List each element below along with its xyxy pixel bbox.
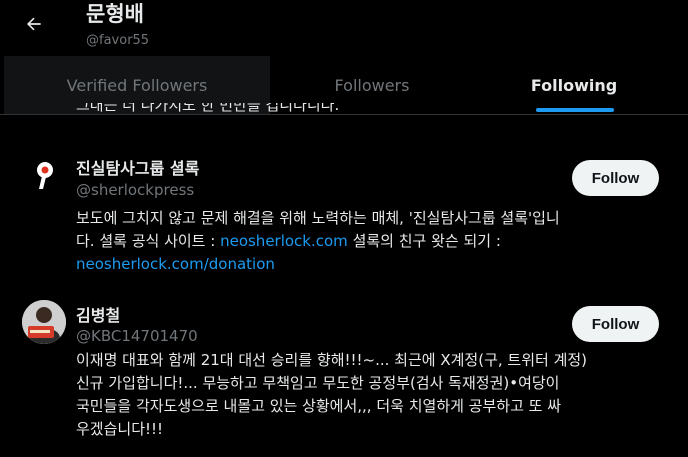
sherlock-logo-icon [22, 156, 66, 200]
profile-header: 문형배 @favor55 [0, 0, 688, 56]
bio-line: 신규 가입합니다!... 무능하고 무책임고 무도한 공정부(검사 독재정권)•… [76, 374, 560, 392]
back-button[interactable] [18, 8, 50, 40]
user-handle: @KBC14701470 [76, 327, 198, 345]
donation-link[interactable]: neosherlock.com/donation [76, 255, 275, 273]
bio-line: 보도에 그치지 않고 문제 해결을 위해 노력하는 매체, '진실탐사그룹 셜록… [76, 209, 560, 227]
user-name[interactable]: 진실탐사그룹 셜록 [76, 155, 199, 179]
bio-text: 셜록의 친구 왓슨 되기 : [347, 232, 501, 250]
follow-button[interactable]: Follow [572, 306, 659, 342]
user-photo-avatar [22, 300, 66, 344]
bio-line: 우겠습니다!!! [76, 420, 164, 438]
bio-line: neosherlock.com/donation [76, 253, 676, 276]
user-bio: 보도에 그치지 않고 문제 해결을 위해 노력하는 매체, '진실탐사그룹 셜록… [76, 207, 676, 276]
bio-line: 이재명 대표와 함께 21대 대선 승리를 향해!!!~... 최근에 X계정(… [76, 351, 588, 369]
clipped-bio-text: 그대는 더 나가지도 한 번만을 겁니다니다. [76, 103, 340, 114]
bio-text: 다. 셜록 공식 사이트 : [76, 232, 221, 250]
bio-line: 국민들을 각자도생으로 내몰고 있는 상황에서,,, 더욱 치열하게 공부하고 … [76, 397, 562, 415]
avatar[interactable] [22, 156, 66, 200]
user-handle: @sherlockpress [76, 181, 195, 199]
website-link[interactable]: neosherlock.com [220, 232, 348, 250]
arrow-left-icon [26, 17, 41, 31]
tab-label: Following [530, 75, 618, 95]
tab-label: Verified Followers [66, 75, 208, 95]
profile-name: 문형배 [86, 2, 144, 26]
user-bio: 이재명 대표와 함께 21대 대선 승리를 향해!!!~... 최근에 X계정(… [76, 349, 676, 441]
profile-handle: @favor55 [86, 33, 150, 48]
clipped-previous-bio: 그대는 더 나가지도 한 번만을 겁니다니다. [76, 103, 676, 114]
follow-button[interactable]: Follow [572, 160, 659, 196]
tab-label: Followers [334, 75, 410, 95]
bio-line: 다. 셜록 공식 사이트 : neosherlock.com 셜록의 친구 왓슨… [76, 230, 676, 253]
user-name[interactable]: 김병철 [76, 302, 120, 326]
avatar[interactable] [22, 300, 66, 344]
